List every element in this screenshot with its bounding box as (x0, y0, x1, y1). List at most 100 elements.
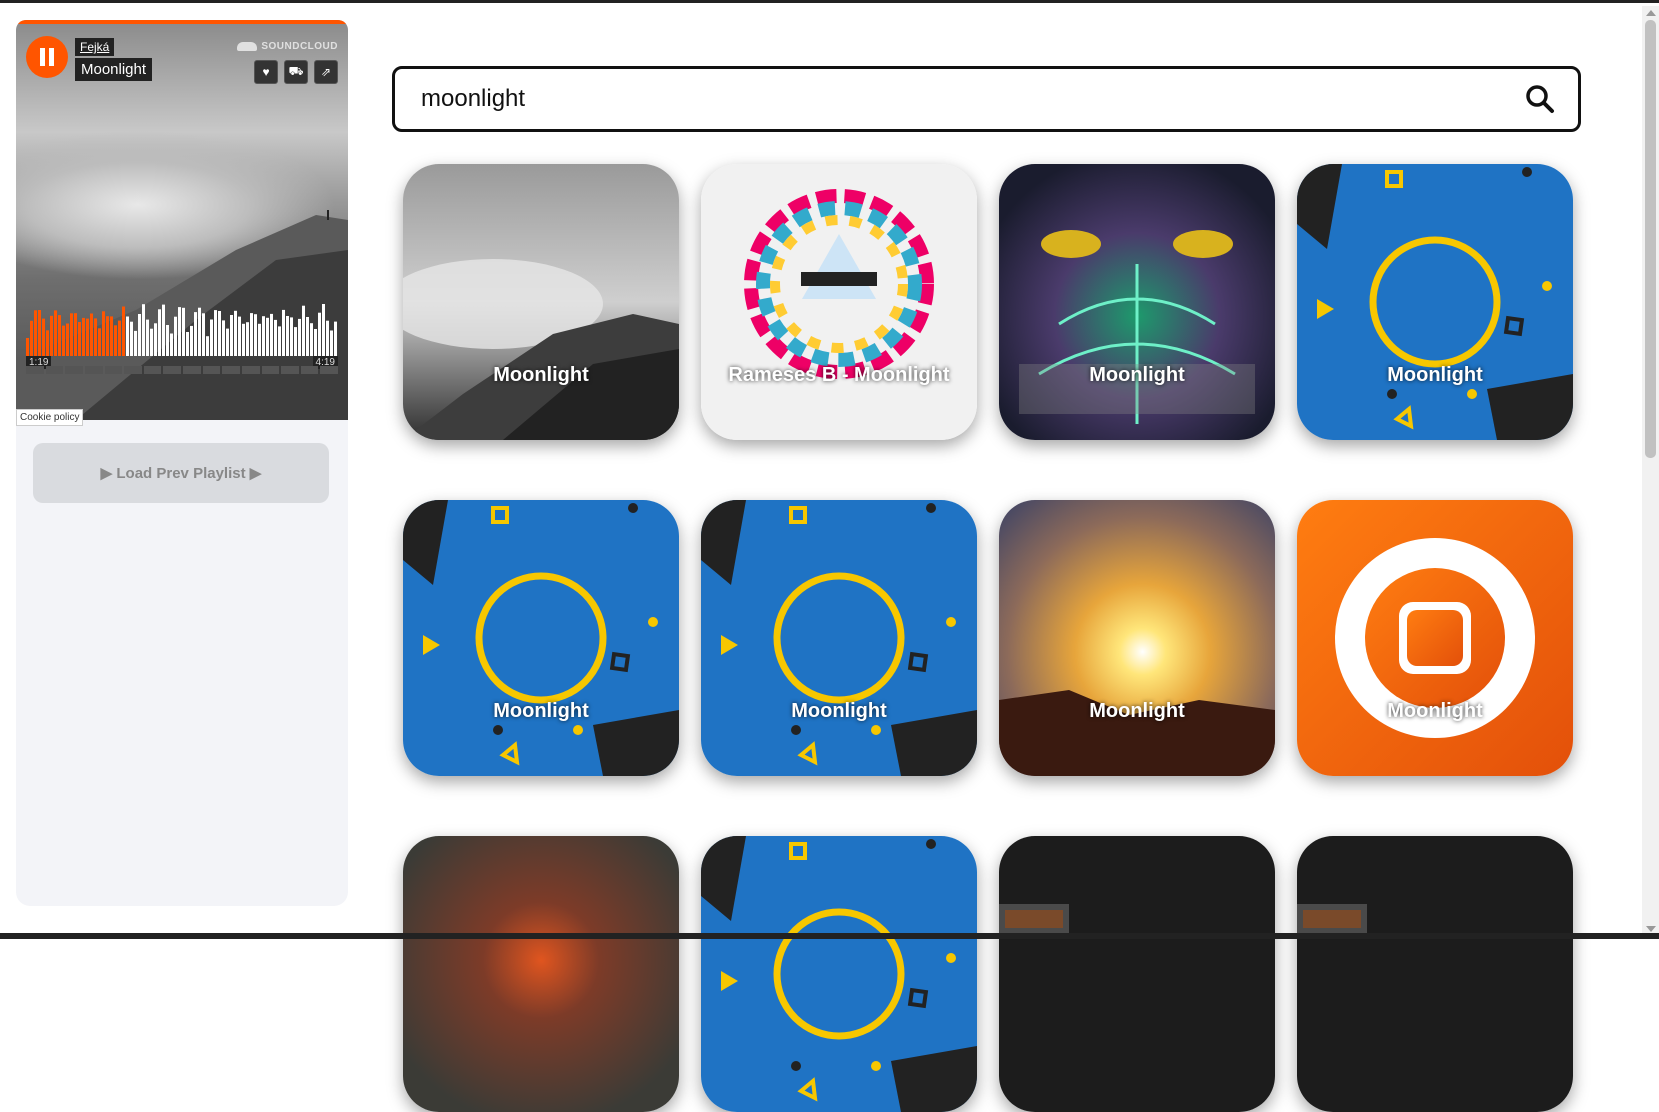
result-artwork (701, 164, 977, 440)
waveform-bar (158, 309, 161, 356)
comment-avatars (26, 366, 338, 378)
artist-link[interactable]: Fejká (75, 38, 115, 56)
cart-icon[interactable]: ⛟ (284, 60, 308, 84)
left-panel: Fejká Moonlight SOUNDCLOUD ♥ ⛟ ⇗ 1:19 4:… (16, 20, 348, 906)
waveform-bar (206, 336, 209, 356)
result-artwork (999, 836, 1275, 1112)
waveform-bar (86, 318, 89, 356)
waveform-bar (74, 313, 77, 356)
waveform-bar (122, 306, 125, 356)
result-artwork (403, 164, 679, 440)
result-tile[interactable]: Moonlight (1297, 500, 1573, 776)
waveform-bar (238, 316, 241, 356)
waveform-bar (150, 328, 153, 356)
waveform-bar (62, 325, 65, 356)
waveform-bar (126, 316, 129, 356)
search-input[interactable] (419, 84, 1524, 114)
waveform-bar (190, 325, 193, 356)
waveform-bar (214, 310, 217, 356)
waveform-bar (146, 319, 149, 356)
waveform-bar (262, 316, 265, 356)
result-artwork (701, 836, 977, 1112)
result-tile[interactable] (701, 836, 977, 1112)
waveform-bar (78, 322, 81, 356)
waveform-bar (286, 316, 289, 356)
load-prev-playlist-button[interactable]: ▶ Load Prev Playlist ▶ (33, 443, 329, 503)
waveform-bar (114, 325, 117, 356)
waveform-bar (254, 314, 257, 356)
cookie-policy-link[interactable]: Cookie policy (16, 409, 84, 426)
waveform-bar (34, 310, 37, 356)
waveform-bar (138, 314, 141, 356)
result-tile[interactable]: Moonlight (701, 500, 977, 776)
waveform-bar (82, 317, 85, 356)
waveform-bar (90, 313, 93, 356)
waveform-bar (198, 307, 201, 356)
waveform-bar (194, 312, 197, 356)
result-tile[interactable]: Moonlight (999, 164, 1275, 440)
waveform-bar (290, 317, 293, 356)
track-title[interactable]: Moonlight (75, 58, 153, 81)
waveform-bar (222, 320, 225, 356)
soundcloud-logo[interactable]: SOUNDCLOUD (237, 41, 338, 52)
result-tile[interactable]: Moonlight (403, 500, 679, 776)
waveform-bar (182, 307, 185, 356)
heart-icon[interactable]: ♥ (254, 60, 278, 84)
result-artwork (999, 164, 1275, 440)
waveform-bar (58, 315, 61, 356)
result-tile[interactable]: Rameses B - Moonlight (701, 164, 977, 440)
result-artwork (1297, 500, 1573, 776)
scroll-up-arrow[interactable] (1646, 10, 1656, 16)
scroll-down-arrow[interactable] (1646, 926, 1656, 932)
waveform-bar (166, 325, 169, 356)
result-title: Moonlight (493, 364, 589, 386)
scroll-thumb[interactable] (1645, 20, 1656, 458)
waveform-bar (278, 326, 281, 356)
waveform-bar (98, 328, 101, 356)
pause-button[interactable] (26, 36, 68, 78)
waveform-bar (50, 315, 53, 356)
result-tile[interactable] (1297, 836, 1573, 1112)
waveform-bar (130, 321, 133, 356)
result-tile[interactable] (999, 836, 1275, 1112)
waveform-bar (202, 313, 205, 356)
search-icon[interactable] (1524, 83, 1556, 115)
result-artwork (403, 836, 679, 1112)
waveform-bar (294, 327, 297, 356)
scrollbar[interactable] (1642, 6, 1659, 936)
result-artwork (1297, 164, 1573, 440)
waveform-bar (318, 312, 321, 356)
waveform-bar (30, 320, 33, 356)
waveform-bar (230, 315, 233, 356)
waveform-bar (234, 310, 237, 356)
waveform-bar (322, 304, 325, 356)
waveform-bar (46, 330, 49, 356)
waveform-bar (266, 317, 269, 356)
result-artwork (1297, 836, 1573, 1112)
waveform[interactable] (26, 300, 338, 370)
waveform-bar (38, 310, 41, 356)
waveform-bar (242, 323, 245, 356)
waveform-bar (170, 333, 173, 356)
waveform-bar (270, 313, 273, 356)
waveform-bar (94, 318, 97, 356)
result-title: Moonlight (1089, 364, 1185, 386)
result-tile[interactable] (403, 836, 679, 1112)
waveform-bar (210, 319, 213, 356)
waveform-bar (218, 311, 221, 356)
waveform-bar (134, 330, 137, 356)
waveform-bar (154, 323, 157, 356)
search-bar (392, 66, 1581, 132)
waveform-bar (334, 321, 337, 356)
result-tile[interactable]: Moonlight (999, 500, 1275, 776)
result-artwork (403, 500, 679, 776)
waveform-bar (106, 316, 109, 356)
result-title: Moonlight (1387, 700, 1483, 722)
result-title: Moonlight (493, 700, 589, 722)
soundcloud-cloud-icon (237, 42, 258, 51)
share-icon[interactable]: ⇗ (314, 60, 338, 84)
result-tile[interactable]: Moonlight (1297, 164, 1573, 440)
waveform-bar (326, 320, 329, 356)
result-tile[interactable]: Moonlight (403, 164, 679, 440)
result-artwork (701, 500, 977, 776)
